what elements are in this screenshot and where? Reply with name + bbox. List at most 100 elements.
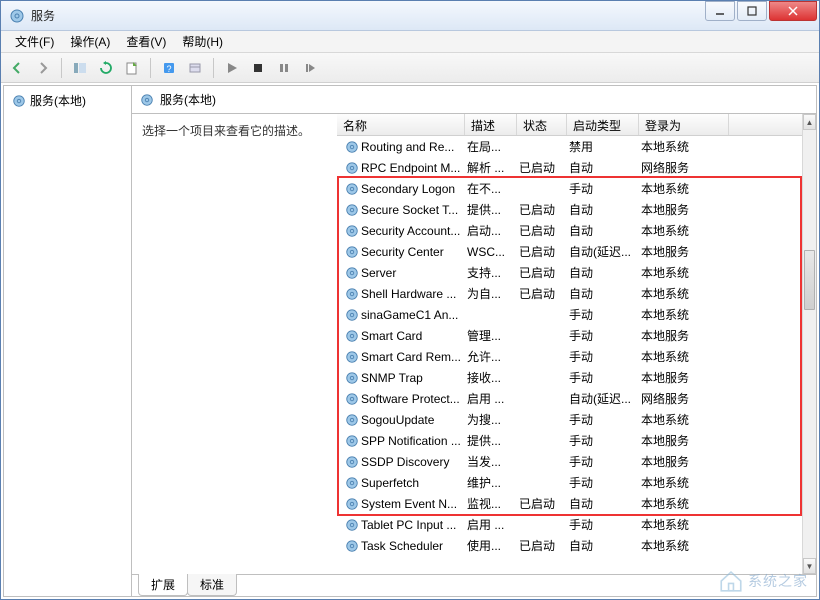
service-name: Superfetch bbox=[361, 476, 419, 490]
stop-service-button[interactable] bbox=[246, 56, 270, 80]
show-hide-tree-button[interactable] bbox=[68, 56, 92, 80]
svg-text:?: ? bbox=[166, 64, 171, 74]
service-row[interactable]: Smart Card Rem...允许...手动本地系统 bbox=[337, 346, 802, 367]
description-pane: 选择一个项目来查看它的描述。 bbox=[132, 114, 337, 574]
service-start: 手动 bbox=[565, 327, 637, 344]
service-desc: 接收... bbox=[463, 369, 515, 386]
tab-extended[interactable]: 扩展 bbox=[138, 574, 188, 596]
window-controls bbox=[703, 1, 817, 23]
service-row[interactable]: Task Scheduler使用...已启动自动本地系统 bbox=[337, 535, 802, 556]
service-start: 自动 bbox=[565, 264, 637, 281]
properties-button[interactable] bbox=[183, 56, 207, 80]
tab-standard[interactable]: 标准 bbox=[187, 574, 237, 596]
pause-service-button[interactable] bbox=[272, 56, 296, 80]
main-area: 服务(本地) 服务(本地) 选择一个项目来查看它的描述。 名称 描述 状态 启动… bbox=[3, 85, 817, 597]
service-row[interactable]: Superfetch维护...手动本地系统 bbox=[337, 472, 802, 493]
service-desc: 启动... bbox=[463, 222, 515, 239]
service-row[interactable]: Server支持...已启动自动本地系统 bbox=[337, 262, 802, 283]
gear-icon bbox=[345, 455, 359, 469]
service-row[interactable]: SogouUpdate为搜...手动本地系统 bbox=[337, 409, 802, 430]
col-header-name[interactable]: 名称 bbox=[337, 114, 465, 135]
gear-icon bbox=[345, 245, 359, 259]
col-header-start[interactable]: 启动类型 bbox=[567, 114, 639, 135]
service-row[interactable]: Secure Socket T...提供...已启动自动本地服务 bbox=[337, 199, 802, 220]
service-name: Security Account... bbox=[361, 224, 460, 238]
col-header-status[interactable]: 状态 bbox=[517, 114, 567, 135]
col-header-desc[interactable]: 描述 bbox=[465, 114, 517, 135]
service-desc: WSC... bbox=[463, 245, 515, 259]
service-row[interactable]: sinaGameC1 An...手动本地系统 bbox=[337, 304, 802, 325]
start-service-button[interactable] bbox=[220, 56, 244, 80]
service-desc: 解析 ... bbox=[463, 159, 515, 176]
service-row[interactable]: Smart Card管理...手动本地服务 bbox=[337, 325, 802, 346]
service-desc: 支持... bbox=[463, 264, 515, 281]
service-start: 手动 bbox=[565, 411, 637, 428]
refresh-button[interactable] bbox=[94, 56, 118, 80]
forward-button[interactable] bbox=[31, 56, 55, 80]
col-header-logon[interactable]: 登录为 bbox=[639, 114, 729, 135]
service-row[interactable]: Security CenterWSC...已启动自动(延迟...本地服务 bbox=[337, 241, 802, 262]
gear-icon bbox=[345, 266, 359, 280]
service-row[interactable]: SPP Notification ...提供...手动本地服务 bbox=[337, 430, 802, 451]
service-desc: 提供... bbox=[463, 201, 515, 218]
service-start: 手动 bbox=[565, 180, 637, 197]
service-row[interactable]: Routing and Re...在局...禁用本地系统 bbox=[337, 136, 802, 157]
service-status: 已启动 bbox=[515, 243, 565, 260]
service-desc: 使用... bbox=[463, 537, 515, 554]
list-header: 名称 描述 状态 启动类型 登录为 bbox=[337, 114, 816, 136]
close-button[interactable] bbox=[769, 1, 817, 21]
gear-icon bbox=[140, 93, 154, 107]
service-row[interactable]: SSDP Discovery当发...手动本地服务 bbox=[337, 451, 802, 472]
export-button[interactable] bbox=[120, 56, 144, 80]
service-row[interactable]: Software Protect...启用 ...自动(延迟...网络服务 bbox=[337, 388, 802, 409]
vertical-scrollbar[interactable]: ▲ ▼ bbox=[802, 114, 816, 574]
service-logon: 本地服务 bbox=[637, 243, 727, 260]
view-tabs: 扩展 标准 bbox=[132, 574, 816, 596]
restart-service-button[interactable] bbox=[298, 56, 322, 80]
menu-view[interactable]: 查看(V) bbox=[118, 31, 174, 52]
service-status: 已启动 bbox=[515, 285, 565, 302]
gear-icon bbox=[345, 413, 359, 427]
menu-action[interactable]: 操作(A) bbox=[62, 31, 118, 52]
help-button[interactable]: ? bbox=[157, 56, 181, 80]
services-list: 名称 描述 状态 启动类型 登录为 Routing and Re...在局...… bbox=[337, 114, 816, 574]
gear-icon bbox=[345, 518, 359, 532]
tree-pane: 服务(本地) bbox=[4, 86, 132, 596]
scroll-up-button[interactable]: ▲ bbox=[803, 114, 816, 130]
scroll-thumb[interactable] bbox=[804, 250, 815, 310]
service-start: 自动 bbox=[565, 201, 637, 218]
service-start: 手动 bbox=[565, 474, 637, 491]
gear-icon bbox=[345, 203, 359, 217]
service-name: RPC Endpoint M... bbox=[361, 161, 460, 175]
scroll-track[interactable] bbox=[803, 130, 816, 558]
service-status: 已启动 bbox=[515, 264, 565, 281]
service-row[interactable]: Secondary Logon在不...手动本地系统 bbox=[337, 178, 802, 199]
tree-node-services-local[interactable]: 服务(本地) bbox=[4, 86, 131, 115]
service-row[interactable]: Security Account...启动...已启动自动本地系统 bbox=[337, 220, 802, 241]
toolbar-sep bbox=[61, 58, 62, 78]
gear-icon bbox=[345, 140, 359, 154]
service-row[interactable]: Shell Hardware ...为自...已启动自动本地系统 bbox=[337, 283, 802, 304]
gear-icon bbox=[345, 182, 359, 196]
service-logon: 本地服务 bbox=[637, 369, 727, 386]
menu-help[interactable]: 帮助(H) bbox=[174, 31, 231, 52]
service-status: 已启动 bbox=[515, 159, 565, 176]
back-button[interactable] bbox=[5, 56, 29, 80]
service-status: 已启动 bbox=[515, 222, 565, 239]
service-row[interactable]: Tablet PC Input ...启用 ...手动本地系统 bbox=[337, 514, 802, 535]
gear-icon bbox=[345, 308, 359, 322]
service-logon: 本地系统 bbox=[637, 516, 727, 533]
service-row[interactable]: RPC Endpoint M...解析 ...已启动自动网络服务 bbox=[337, 157, 802, 178]
service-start: 自动 bbox=[565, 222, 637, 239]
gear-icon bbox=[345, 434, 359, 448]
details-body: 选择一个项目来查看它的描述。 名称 描述 状态 启动类型 登录为 Routing… bbox=[132, 114, 816, 574]
service-row[interactable]: SNMP Trap接收...手动本地服务 bbox=[337, 367, 802, 388]
gear-icon bbox=[345, 476, 359, 490]
scroll-down-button[interactable]: ▼ bbox=[803, 558, 816, 574]
maximize-button[interactable] bbox=[737, 1, 767, 21]
service-row[interactable]: System Event N...监视...已启动自动本地系统 bbox=[337, 493, 802, 514]
menu-file[interactable]: 文件(F) bbox=[7, 31, 62, 52]
service-name: Shell Hardware ... bbox=[361, 287, 456, 301]
minimize-button[interactable] bbox=[705, 1, 735, 21]
list-body[interactable]: Routing and Re...在局...禁用本地系统RPC Endpoint… bbox=[337, 136, 802, 574]
